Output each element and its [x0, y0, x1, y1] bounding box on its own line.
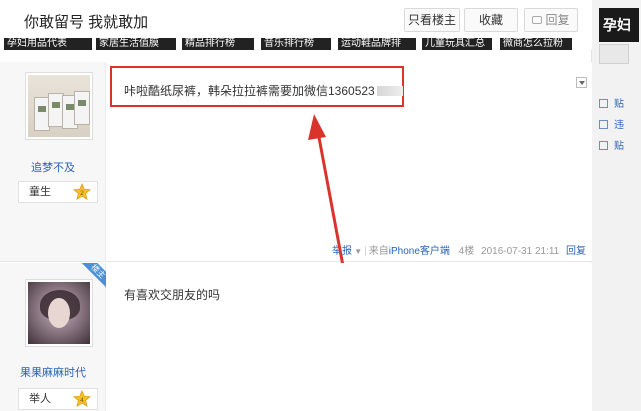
reply-button[interactable]: 回复: [524, 8, 578, 32]
source-prefix: 来自: [368, 246, 389, 257]
user-level-badge[interactable]: 童生 2: [18, 181, 98, 203]
author-panel: 追梦不及 童生 2: [0, 62, 106, 261]
tag-link[interactable]: 家居生活值膜: [96, 38, 176, 50]
post-icon: [599, 99, 608, 108]
avatar-image: [28, 75, 90, 137]
tag-link[interactable]: 微商怎么拉粉: [500, 38, 572, 50]
level-number: 2: [80, 190, 84, 197]
post-content-text: 有喜欢交朋友的吗: [124, 288, 221, 302]
tag-link[interactable]: 运动鞋品牌排: [338, 38, 416, 50]
post-content: 咔啦酷纸尿裤，韩朵拉拉裤需要加微信1360523: [124, 82, 403, 99]
page: 你敢留号 我就敢加 只看楼主 收藏 回复 孕妇用品代表 家居生活值膜 精品排行榜…: [0, 0, 641, 411]
author-name[interactable]: 果果麻麻时代: [0, 364, 106, 380]
post-content-text: 咔啦酷纸尿裤，韩朵拉拉裤需要加微信1360523: [124, 84, 375, 98]
user-level-badge[interactable]: 举人 4: [18, 388, 98, 410]
floor-number: 4楼: [458, 246, 475, 257]
post-meta: 举报 ▼ | 来自iPhone客户端 4楼 2016-07-31 21:11 回复: [332, 246, 587, 257]
reply-icon: [532, 16, 543, 24]
sidebar-item[interactable]: 贴: [599, 137, 624, 152]
sidebar-item[interactable]: 贴: [599, 95, 624, 110]
trash-icon: [599, 141, 608, 150]
thread-main: 你敢留号 我就敢加 只看楼主 收藏 回复 孕妇用品代表 家居生活值膜 精品排行榜…: [0, 0, 592, 411]
author-panel: 楼主 果果麻麻时代 举人 4: [0, 263, 106, 411]
tag-link[interactable]: 精品排行榜: [182, 38, 254, 50]
avatar[interactable]: [25, 72, 93, 140]
redacted-number: [376, 86, 403, 96]
author-name[interactable]: 追梦不及: [0, 159, 106, 175]
thread-title: 你敢留号 我就敢加: [24, 14, 149, 31]
sidebar-banner[interactable]: 孕妇: [599, 8, 639, 42]
level-star-icon: 2: [73, 183, 91, 200]
user-level-label: 童生: [29, 186, 51, 198]
level-number: 4: [80, 397, 84, 404]
post-floor-5: 楼主 果果麻麻时代 举人 4 有喜欢交朋友的吗: [0, 263, 592, 411]
tag-link[interactable]: 儿童玩具汇总: [422, 38, 492, 50]
post-floor-4: 追梦不及 童生 2 咔啦酷纸尿裤，韩朵拉拉裤需要加微信1360523 举报 ▼ |…: [0, 62, 592, 262]
sidebar-thumbnail[interactable]: [599, 44, 629, 64]
tag-link[interactable]: 孕妇用品代表: [4, 38, 92, 50]
only-author-button[interactable]: 只看楼主: [404, 8, 460, 32]
reply-link[interactable]: 回复: [566, 246, 586, 257]
user-level-label: 举人: [29, 393, 51, 405]
reply-button-label: 回复: [545, 13, 570, 27]
report-icon: [599, 120, 608, 129]
right-sidebar: 孕妇 贴 违 贴: [593, 0, 641, 411]
thread-header: 你敢留号 我就敢加 只看楼主 收藏 回复: [0, 0, 592, 40]
sidebar-item[interactable]: 违: [599, 116, 624, 131]
tag-strip: 孕妇用品代表 家居生活值膜 精品排行榜 音乐排行榜 运动鞋品牌排 儿童玩具汇总 …: [0, 36, 592, 50]
tag-link[interactable]: 音乐排行榜: [261, 38, 331, 50]
avatar[interactable]: [25, 279, 93, 347]
annotation-arrow-icon: [308, 114, 348, 284]
level-star-icon: 4: [73, 390, 91, 407]
favorite-button[interactable]: 收藏: [464, 8, 518, 32]
post-menu-dropdown[interactable]: [576, 77, 587, 88]
post-timestamp: 2016-07-31 21:11: [481, 246, 560, 257]
client-link[interactable]: iPhone客户端: [389, 246, 450, 257]
avatar-image: [28, 282, 90, 344]
